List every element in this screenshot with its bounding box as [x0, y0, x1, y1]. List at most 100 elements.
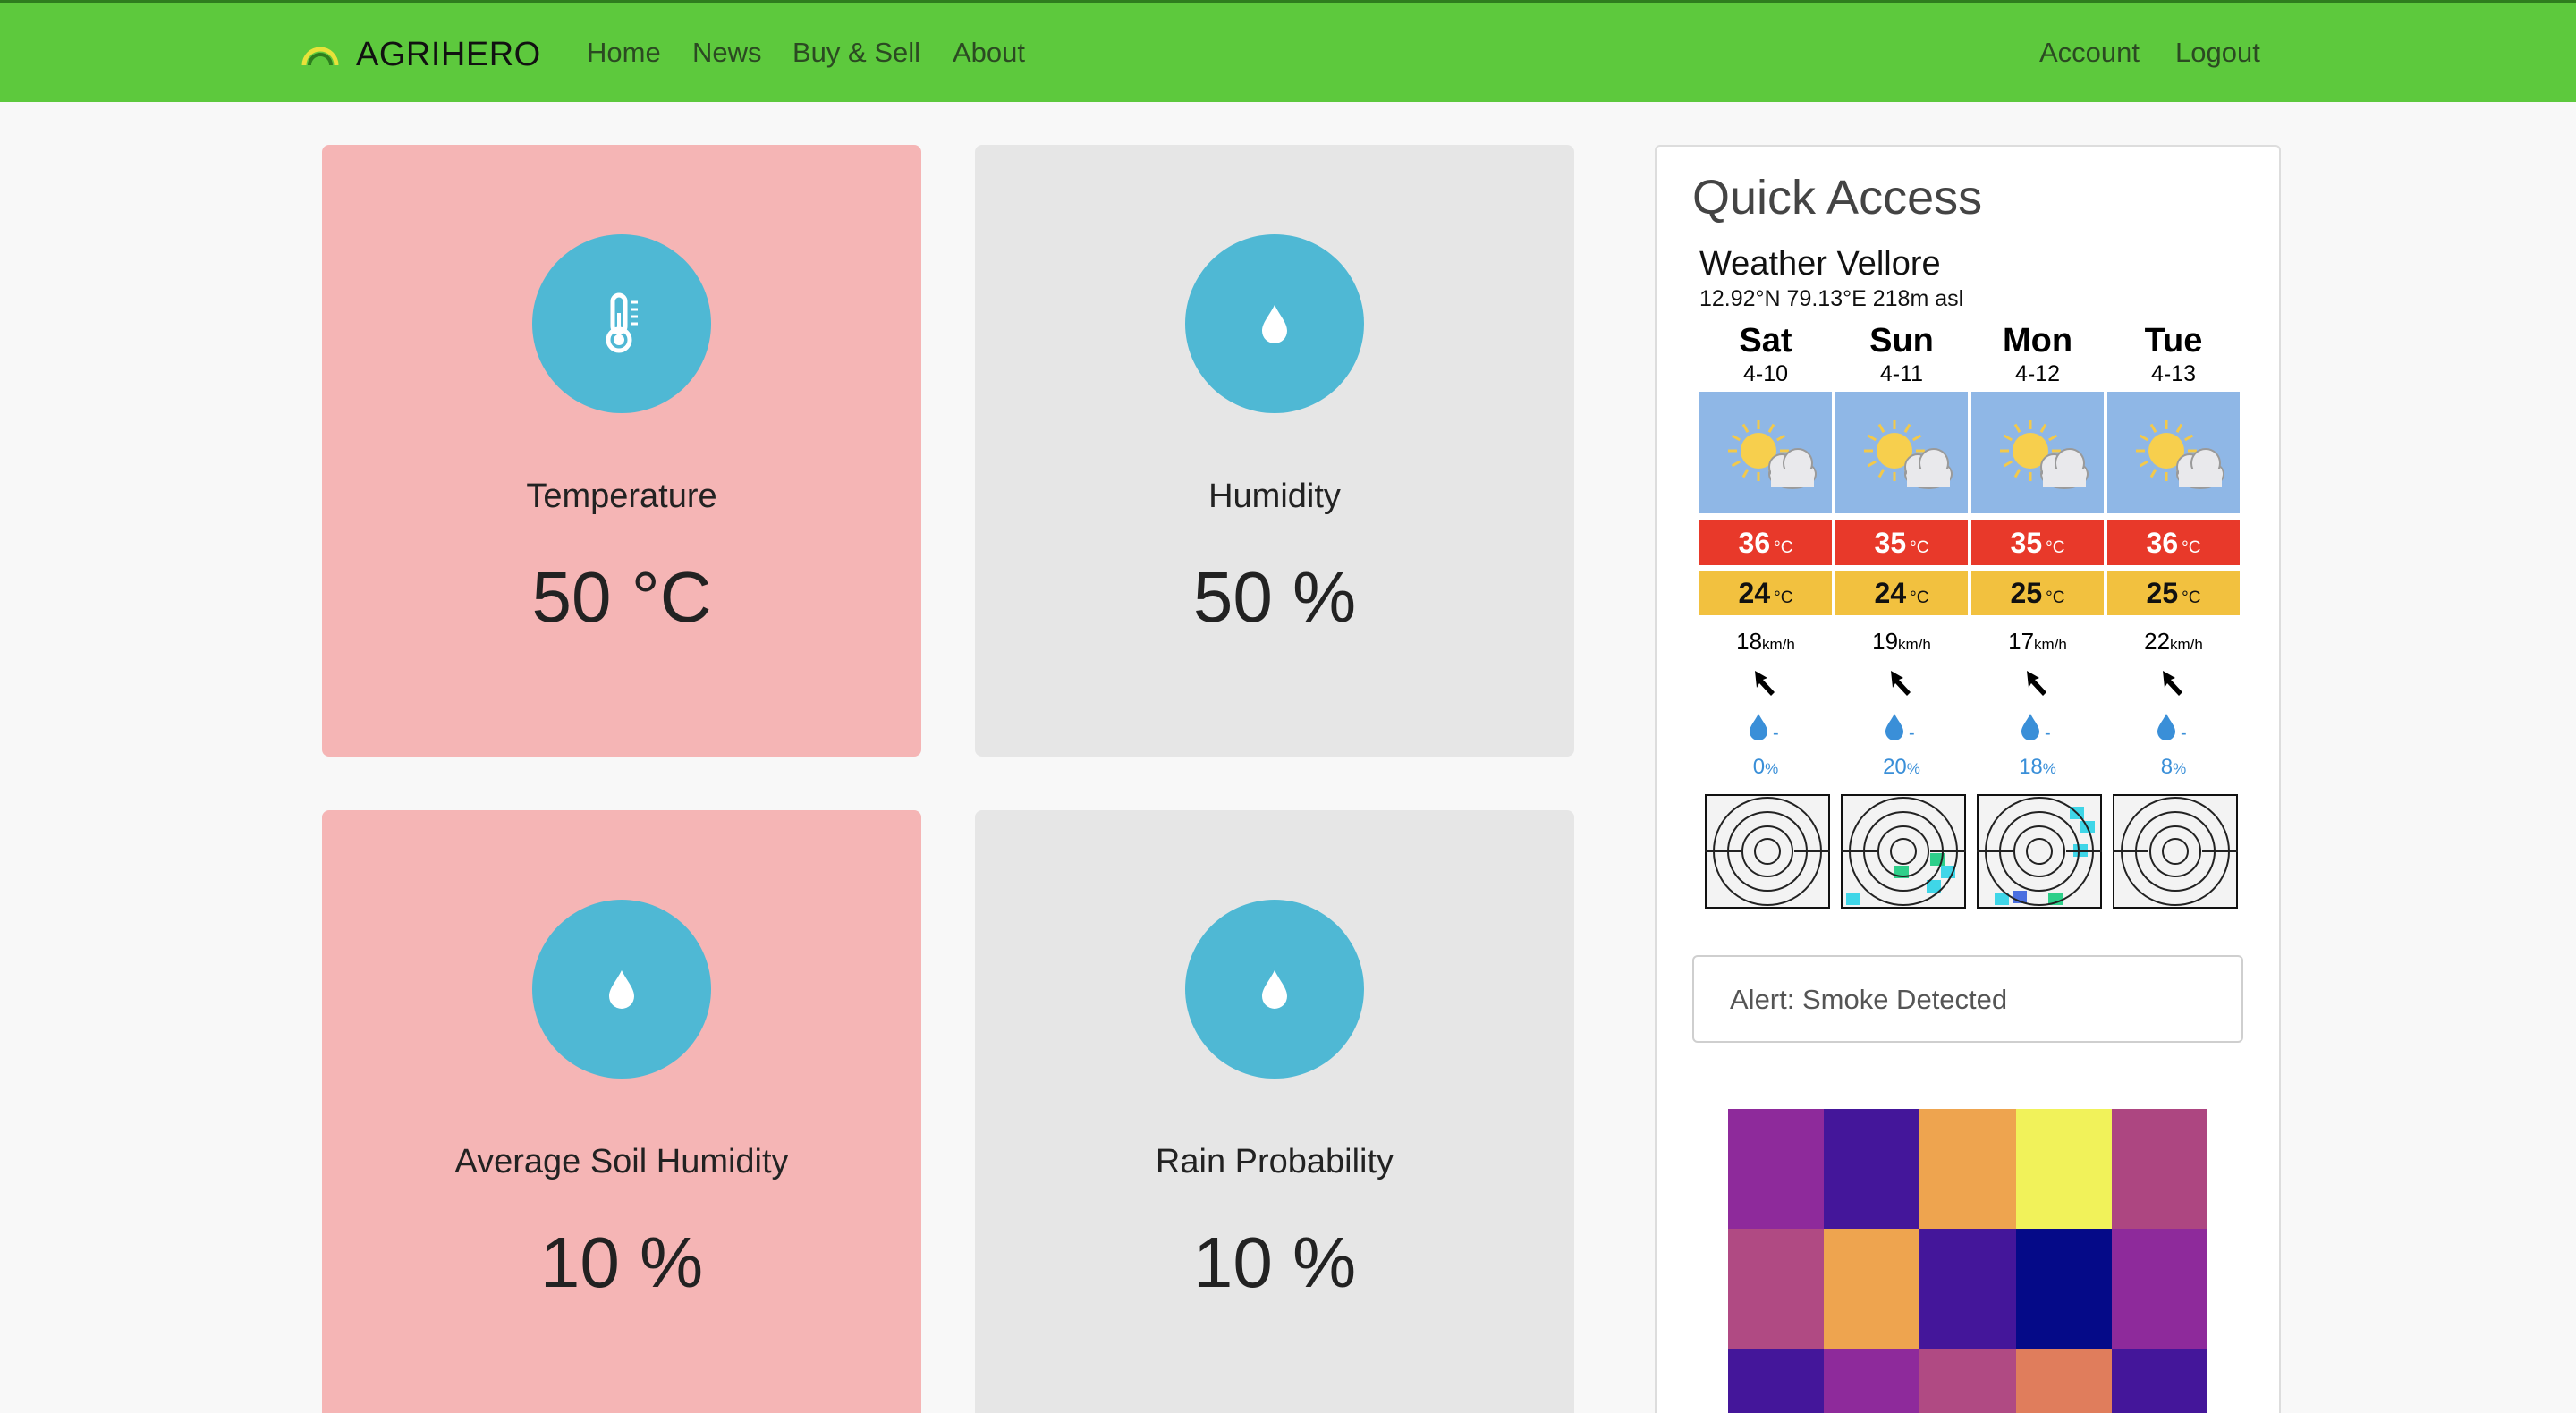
weather-sky: [2107, 392, 2240, 513]
rain-probability-label: Rain Probability: [1155, 1143, 1394, 1180]
temp-low: 24 °C: [1699, 571, 1832, 615]
weather-sky: [1699, 392, 1832, 513]
nav-about[interactable]: About: [953, 37, 1025, 69]
svg-text:-: -: [2045, 723, 2051, 743]
sun-cloud-icon: [1864, 420, 1953, 489]
navbar: AGRIHERO Home News Buy & Sell About Acco…: [0, 0, 2576, 102]
radar-map-icon: [1705, 794, 1830, 909]
rain-amount: -: [1882, 712, 1921, 744]
svg-text:-: -: [1909, 723, 1915, 743]
temperature-card: Temperature 50 °C: [322, 145, 921, 757]
temp-low: 25 °C: [2107, 571, 2240, 615]
day-name: Tue: [2144, 322, 2203, 360]
brand-name: AGRIHERO: [356, 35, 541, 73]
brand[interactable]: AGRIHERO: [299, 33, 541, 76]
heatmap-cell: [1919, 1109, 2016, 1229]
heatmap-cell: [1824, 1109, 1920, 1229]
soil-humidity-value: 10 %: [539, 1223, 704, 1302]
heatmap-cell: [2015, 1109, 2112, 1229]
heatmap-cell: [2111, 1349, 2207, 1413]
day-name: Mon: [2002, 322, 2073, 360]
rain-probability-card: Rain Probability 10 %: [975, 810, 1574, 1413]
day-date: 4-13: [2150, 361, 2197, 386]
temp-high: 35 °C: [1835, 520, 1968, 565]
humidity-value: 50 %: [1192, 557, 1357, 637]
nav-buy-sell[interactable]: Buy & Sell: [792, 37, 920, 69]
rain-drop-icon: -: [2021, 714, 2051, 743]
weather-sky: [1835, 392, 1968, 513]
heatmap-cell: [2015, 1229, 2112, 1349]
weather-title[interactable]: Weather Vellore: [1699, 245, 1941, 283]
humidity-icon-circle: [1185, 234, 1364, 413]
sun-cloud-icon: [2000, 420, 2089, 489]
day-date: 4-11: [1879, 361, 1924, 386]
heatmap-cell: [2015, 1349, 2112, 1413]
weather-sky: [1971, 392, 2104, 513]
heatmap-cell: [2111, 1229, 2207, 1349]
nav-account[interactable]: Account: [2039, 37, 2140, 69]
wind-direction-icon: [1891, 671, 1911, 696]
precip-probability: 20%: [1883, 755, 1920, 779]
thermometer-icon: [606, 292, 638, 353]
heatmap-cell: [1728, 1229, 1825, 1349]
wind-speed: 18km/h: [1736, 628, 1795, 655]
brand-logo-icon: [301, 47, 339, 66]
temp-low: 25 °C: [1971, 571, 2104, 615]
humidity-label: Humidity: [1208, 478, 1341, 515]
nav-news[interactable]: News: [692, 37, 762, 69]
heatmap-cell: [1919, 1349, 2016, 1413]
heatmap-cell: [1728, 1109, 1825, 1229]
heatmap-cell: [1824, 1349, 1920, 1413]
rain-amount: -: [1746, 712, 1785, 744]
water-drop-icon: [1262, 305, 1287, 343]
water-drop-icon: [609, 970, 634, 1009]
wind-direction-icon: [2163, 671, 2182, 696]
temperature-icon-circle: [532, 234, 711, 413]
rain-probability-icon-circle: [1185, 900, 1364, 1079]
soil-humidity-icon-circle: [532, 900, 711, 1079]
wind-direction-icon: [2027, 671, 2046, 696]
temperature-label: Temperature: [526, 478, 717, 515]
heatmap-cell: [1824, 1229, 1920, 1349]
wind-speed: 22km/h: [2144, 628, 2203, 655]
radar-map-icon: [1977, 794, 2102, 909]
temperature-value: 50 °C: [531, 557, 712, 637]
soil-humidity-label: Average Soil Humidity: [454, 1143, 789, 1180]
wind-speed: 17km/h: [2008, 628, 2067, 655]
day-date: 4-12: [2014, 361, 2061, 386]
day-name: Sat: [1739, 322, 1792, 360]
day-name: Sun: [1869, 322, 1934, 360]
heatmap: [1728, 1109, 2207, 1413]
temp-low: 24 °C: [1835, 571, 1968, 615]
rain-probability-value: 10 %: [1192, 1223, 1357, 1302]
water-drop-icon: [1262, 970, 1287, 1009]
temp-high: 36 °C: [2107, 520, 2240, 565]
humidity-card: Humidity 50 %: [975, 145, 1574, 757]
radar-map-icon: [2113, 794, 2238, 909]
rain-drop-icon: -: [1750, 714, 1779, 743]
day-date: 4-10: [1742, 361, 1789, 386]
weather-coords: 12.92°N 79.13°E 218m asl: [1699, 286, 1964, 311]
rain-amount: -: [2018, 712, 2057, 744]
temp-high: 35 °C: [1971, 520, 2104, 565]
rain-amount: -: [2154, 712, 2193, 744]
precip-probability: 8%: [2160, 755, 2187, 779]
wind-speed: 19km/h: [1872, 628, 1931, 655]
quick-access-title: Quick Access: [1692, 171, 1983, 224]
heatmap-cell: [1919, 1229, 2016, 1349]
rain-drop-icon: -: [1885, 714, 1915, 743]
sun-cloud-icon: [2136, 420, 2224, 489]
precip-probability: 0%: [1752, 755, 1779, 779]
soil-humidity-card: Average Soil Humidity 10 %: [322, 810, 921, 1413]
svg-text:-: -: [2181, 723, 2187, 743]
temp-high: 36 °C: [1699, 520, 1832, 565]
alert-text: Alert: Smoke Detected: [1730, 984, 2008, 1015]
radar-map-icon: [1841, 794, 1966, 909]
precip-probability: 18%: [2019, 755, 2056, 779]
quick-access-panel: Quick Access Weather Vellore 12.92°N 79.…: [1655, 145, 2281, 1413]
alert-box[interactable]: Alert: Smoke Detected: [1692, 955, 2243, 1043]
sun-cloud-icon: [1728, 420, 1817, 489]
nav-home[interactable]: Home: [587, 37, 661, 69]
nav-logout[interactable]: Logout: [2175, 37, 2260, 69]
rain-drop-icon: -: [2157, 714, 2187, 743]
